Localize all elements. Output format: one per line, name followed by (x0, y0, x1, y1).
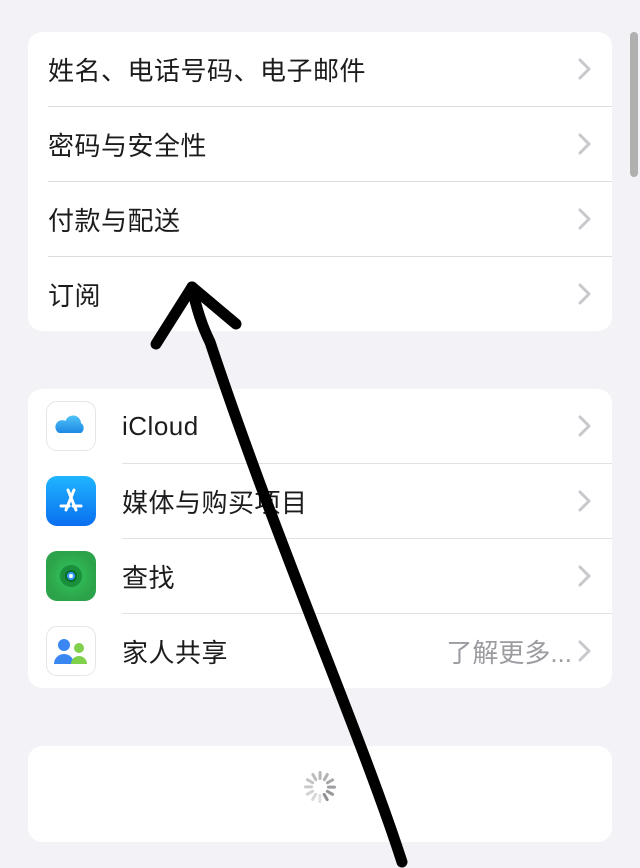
row-payment-shipping[interactable]: 付款与配送 (28, 182, 612, 256)
services-group: iCloud 媒体与购买项目 (28, 389, 612, 688)
loading-spinner-icon (304, 778, 336, 810)
row-label: 付款与配送 (48, 201, 578, 238)
findmy-icon (46, 551, 96, 601)
row-detail: 了解更多... (446, 633, 572, 670)
chevron-right-icon (578, 58, 592, 80)
row-label: 订阅 (48, 276, 578, 313)
row-label: iCloud (122, 411, 578, 442)
appstore-icon (46, 476, 96, 526)
row-password-security[interactable]: 密码与安全性 (28, 107, 612, 181)
chevron-right-icon (578, 208, 592, 230)
chevron-right-icon (578, 565, 592, 587)
row-family-sharing[interactable]: 家人共享 了解更多... (28, 614, 612, 688)
row-media-purchases[interactable]: 媒体与购买项目 (28, 464, 612, 538)
chevron-right-icon (578, 415, 592, 437)
vertical-scrollbar[interactable] (630, 32, 638, 177)
row-label: 家人共享 (122, 633, 446, 670)
chevron-right-icon (578, 640, 592, 662)
row-subscriptions[interactable]: 订阅 (28, 257, 612, 331)
family-icon (46, 626, 96, 676)
chevron-right-icon (578, 133, 592, 155)
icloud-icon (46, 401, 96, 451)
account-info-group: 姓名、电话号码、电子邮件 密码与安全性 付款与配送 订阅 (28, 32, 612, 331)
row-name-phone-email[interactable]: 姓名、电话号码、电子邮件 (28, 32, 612, 106)
row-label: 姓名、电话号码、电子邮件 (48, 51, 578, 88)
loading-group (28, 746, 612, 842)
row-label: 密码与安全性 (48, 126, 578, 163)
row-find-my[interactable]: 查找 (28, 539, 612, 613)
chevron-right-icon (578, 283, 592, 305)
row-label: 查找 (122, 558, 578, 595)
chevron-right-icon (578, 490, 592, 512)
row-label: 媒体与购买项目 (122, 483, 578, 520)
row-icloud[interactable]: iCloud (28, 389, 612, 463)
